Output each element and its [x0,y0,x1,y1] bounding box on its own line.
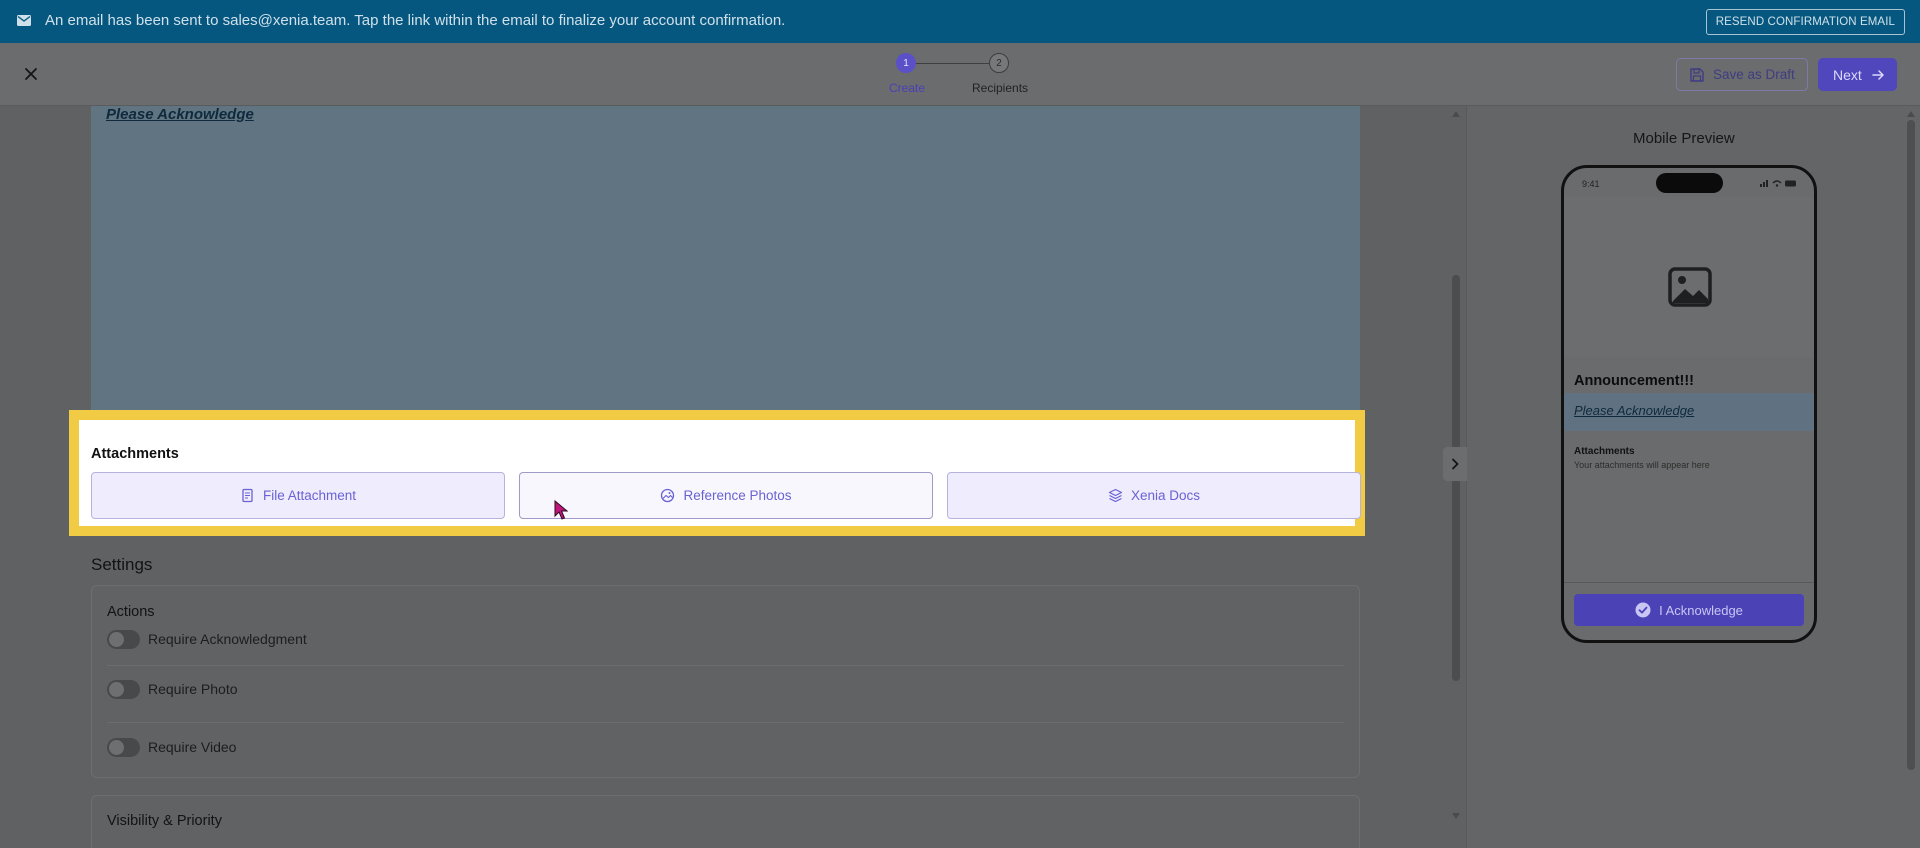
require-acknowledgment-row: Require Acknowledgment [107,628,307,650]
layers-icon [1108,488,1123,503]
editor-header: 1 2 Create Recipients Save as Draft Next [0,43,1920,106]
close-icon[interactable] [22,65,40,83]
phone-divider [1564,582,1814,583]
phone-message-body: Please Acknowledge [1564,393,1814,431]
actions-card: Actions Require Acknowledgment Require P… [91,585,1360,778]
attachments-section: Attachments File Attachment Reference Ph… [79,420,1361,526]
banner-message: An email has been sent to sales@xenia.te… [45,12,786,29]
xenia-docs-label: Xenia Docs [1130,488,1201,503]
save-icon [1690,68,1704,82]
attachments-highlight: Attachments File Attachment Reference Ph… [69,410,1365,536]
phone-image-placeholder [1564,197,1814,357]
step-1-label[interactable]: Create [889,81,925,95]
phone-status-icons [1760,180,1796,187]
actions-title: Actions [107,604,155,620]
require-photo-label: Require Photo [148,681,238,697]
require-acknowledgment-label: Require Acknowledgment [148,631,307,647]
require-video-toggle[interactable] [107,737,140,757]
row-divider [107,722,1344,723]
phone-attachments-title: Attachments [1574,446,1635,457]
check-circle-icon [1635,602,1651,618]
require-photo-row: Require Photo [107,678,238,700]
require-photo-toggle[interactable] [107,679,140,699]
reference-photos-button[interactable]: Reference Photos [519,472,933,519]
preview-scroll-up-arrow-icon[interactable] [1906,110,1916,118]
phone-mockup: 9:41 Announcement!!! Please Acknowledge … [1561,165,1817,643]
require-acknowledgment-toggle[interactable] [107,629,140,649]
stepper: 1 2 Create Recipients [880,53,1040,97]
save-as-draft-button[interactable]: Save as Draft [1676,58,1808,91]
scroll-up-arrow-icon[interactable] [1451,110,1461,118]
next-label: Next [1833,66,1862,83]
chevron-right-icon [1452,458,1459,470]
mobile-preview-title: Mobile Preview [1633,130,1735,147]
file-attachment-button[interactable]: File Attachment [91,472,505,519]
xenia-docs-button[interactable]: Xenia Docs [947,472,1361,519]
mail-icon [17,15,31,26]
phone-announcement-title: Announcement!!! [1574,373,1695,389]
settings-title: Settings [91,555,153,574]
scroll-down-arrow-icon[interactable] [1451,812,1461,820]
image-placeholder-icon [1668,267,1712,307]
phone-acknowledge-text: Please Acknowledge [1574,403,1695,418]
phone-acknowledge-label: I Acknowledge [1659,602,1743,618]
phone-acknowledge-button: I Acknowledge [1574,594,1804,626]
photo-icon [661,488,675,503]
editor-body-text: Please Acknowledge [106,106,254,123]
notification-banner: An email has been sent to sales@xenia.te… [0,0,1920,43]
step-2-label[interactable]: Recipients [972,81,1028,95]
visibility-priority-card: Visibility & Priority [91,795,1360,848]
reference-photos-label: Reference Photos [683,488,792,503]
file-attachment-label: File Attachment [262,488,357,503]
message-editor[interactable]: Please Acknowledge [91,106,1360,411]
phone-time: 9:41 [1582,179,1600,189]
preview-scrollbar-thumb[interactable] [1907,120,1915,770]
require-video-row: Require Video [107,736,236,758]
step-1-indicator[interactable]: 1 [896,53,916,73]
save-as-draft-label: Save as Draft [1713,67,1795,82]
collapse-preview-button[interactable] [1443,447,1467,481]
file-icon [242,488,253,503]
arrow-right-icon [1872,70,1884,80]
next-button[interactable]: Next [1818,58,1897,91]
attachments-title: Attachments [91,446,179,462]
step-connector [916,63,989,64]
visibility-priority-title: Visibility & Priority [107,813,222,829]
mouse-cursor-icon [554,500,568,520]
step-2-indicator[interactable]: 2 [989,53,1009,73]
row-divider [107,665,1344,666]
require-video-label: Require Video [148,739,237,755]
resend-confirmation-button[interactable]: RESEND CONFIRMATION EMAIL [1705,9,1905,35]
phone-attachments-placeholder: Your attachments will appear here [1574,460,1710,470]
phone-dynamic-island [1656,173,1723,193]
